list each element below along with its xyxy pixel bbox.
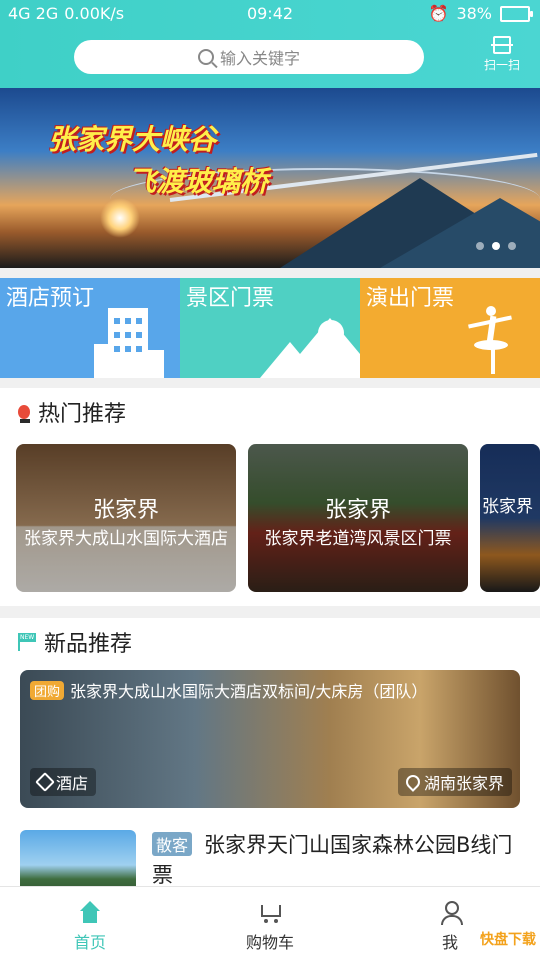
category-label: 景区门票 [186, 286, 275, 311]
bottom-tab-bar: 首页 购物车 我 快盘下载 [0, 886, 540, 961]
home-icon [78, 901, 102, 925]
tab-me-label: 我 [441, 933, 458, 952]
search-placeholder: 输入关键字 [219, 49, 300, 68]
group-buy-badge: 团购 [30, 680, 65, 700]
new-product-card[interactable]: 团购 张家界大成山水国际大酒店双标间/大床房（团队） 酒店 湖南张家界 [20, 670, 520, 808]
status-time: 09:42 [246, 4, 294, 23]
category-scenic-tickets[interactable]: 景区门票 [180, 278, 360, 378]
new-recommend-section: 新品推荐 团购 张家界大成山水国际大酒店双标间/大床房（团队） 酒店 湖南张家界… [0, 618, 540, 900]
hot-card-city: 张家界 [324, 498, 391, 523]
scan-button[interactable]: 扫一扫 [482, 36, 522, 73]
tab-home[interactable]: 首页 [0, 887, 180, 961]
new-flag-icon [18, 633, 37, 651]
search-input[interactable]: 输入关键字 [74, 40, 424, 74]
hot-card[interactable]: 张家界 张家界大成山水国际大酒店 [16, 444, 236, 592]
carousel-dot[interactable] [508, 242, 516, 250]
carousel-dots [476, 242, 516, 250]
product-category-chip: 酒店 [30, 768, 97, 796]
hot-card-city: 张家界 [92, 498, 159, 523]
new-title-text: 新品推荐 [44, 632, 133, 657]
user-icon [438, 901, 463, 925]
mountain-icon [260, 342, 320, 378]
hot-card[interactable]: 张家界 张家界老道湾风景区门票 [248, 444, 468, 592]
banner-carousel[interactable]: 张家界大峡谷 飞渡玻璃桥 [0, 88, 540, 268]
category-show-tickets[interactable]: 演出门票 [360, 278, 540, 378]
category-label: 酒店预订 [6, 286, 95, 311]
sun-glow [100, 198, 140, 238]
hot-card-list: 张家界 张家界大成山水国际大酒店 张家界 张家界老道湾风景区门票 张家界 [16, 444, 540, 592]
search-icon [197, 49, 214, 65]
product-location: 湖南张家界 [423, 774, 504, 793]
product-category: 酒店 [56, 774, 89, 793]
hot-card-name: 张家界大成山水国际大酒店 [24, 529, 228, 549]
tab-home-label: 首页 [73, 933, 106, 952]
hot-title-text: 热门推荐 [38, 402, 127, 427]
category-label: 演出门票 [366, 286, 455, 311]
scan-icon [491, 36, 513, 54]
product-title: 张家界天门山国家森林公园B线门票 [152, 833, 513, 887]
tab-cart-label: 购物车 [245, 933, 294, 952]
hot-card-name: 张家界老道湾风景区门票 [264, 529, 452, 549]
product-location-chip: 湖南张家界 [397, 768, 512, 796]
alarm-icon: ⏰ [428, 4, 449, 23]
hot-card-name: 张家界 [482, 497, 533, 517]
hot-recommend-section: 热门推荐 张家界 张家界大成山水国际大酒店 张家界 张家界老道湾风景区门票 张家… [0, 388, 540, 606]
category-hotel-booking[interactable]: 酒店预订 [0, 278, 180, 378]
tag-icon [35, 772, 55, 792]
category-grid: 酒店预订 景区门票 演出门票 [0, 278, 540, 378]
carousel-dot[interactable] [476, 242, 484, 250]
flame-icon [18, 403, 30, 423]
new-section-title: 新品推荐 [18, 626, 132, 658]
dancer-icon [464, 306, 514, 376]
banner-title-line1: 张家界大峡谷 [48, 123, 217, 156]
location-pin-icon [403, 772, 423, 792]
hot-card[interactable]: 张家界 [480, 444, 540, 592]
battery-icon [500, 5, 533, 22]
scan-label: 扫一扫 [483, 58, 520, 72]
tab-cart[interactable]: 购物车 [180, 887, 360, 961]
hot-section-title: 热门推荐 [18, 396, 126, 428]
watermark: 快盘下载 [480, 932, 536, 948]
hotel-building-icon [94, 308, 164, 378]
top-header: 4G 2G 0.00K/s 09:42 ⏰ 38% 输入关键字 扫一扫 [0, 0, 540, 88]
cart-icon [258, 901, 282, 925]
status-bar: 4G 2G 0.00K/s 09:42 ⏰ 38% [0, 0, 540, 28]
product-title: 张家界大成山水国际大酒店双标间/大床房（团队） [70, 682, 428, 701]
banner-title-line2: 飞渡玻璃桥 [128, 165, 269, 198]
battery-percent: 38% [456, 4, 492, 23]
tab-me[interactable]: 我 [360, 887, 540, 961]
carousel-dot[interactable] [492, 242, 500, 250]
